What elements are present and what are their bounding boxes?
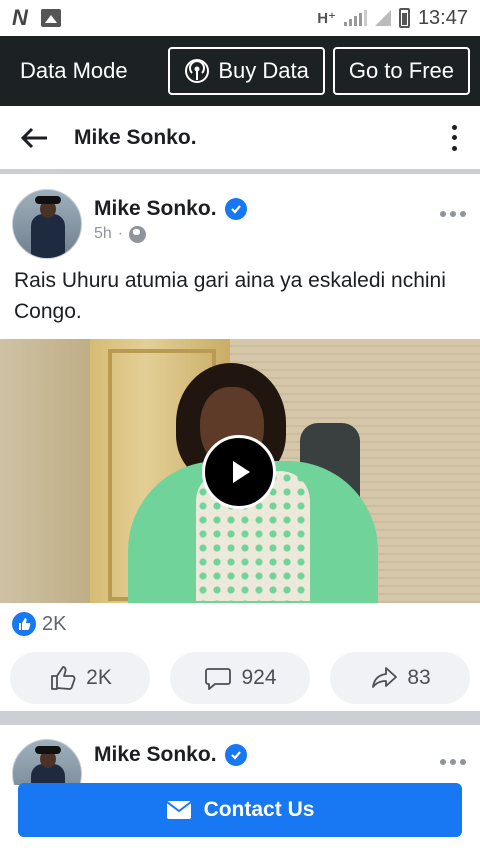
buy-data-button[interactable]: Buy Data [168, 47, 325, 95]
post-author[interactable]: Mike Sonko. [94, 197, 217, 221]
post-author[interactable]: Mike Sonko. [94, 743, 217, 767]
mail-icon [165, 801, 192, 819]
data-mode-label: Data Mode [20, 58, 128, 83]
comment-button[interactable]: 924 [170, 652, 310, 704]
feed-divider [0, 711, 480, 725]
reaction-summary[interactable]: 2K [0, 603, 480, 645]
post-card: Mike Sonko. 5h · Rais Uhuru atumia gari … [0, 179, 480, 711]
comment-count: 924 [241, 666, 277, 689]
post-card: Mike Sonko. [0, 725, 480, 785]
share-button[interactable]: 83 [330, 652, 470, 704]
go-to-free-button[interactable]: Go to Free [332, 47, 470, 95]
top-nav: Mike Sonko. [0, 106, 480, 174]
page-title: Mike Sonko. [74, 125, 197, 149]
go-to-free-label: Go to Free [348, 58, 454, 83]
signal-bars-icon [343, 10, 367, 26]
like-button[interactable]: 2K [10, 652, 150, 704]
notification-n-icon: N [12, 5, 28, 30]
share-icon [372, 667, 398, 688]
wifi-signal-icon [185, 59, 210, 83]
network-type: H⁺ [317, 10, 336, 27]
like-reaction-icon [12, 612, 36, 636]
contact-us-button[interactable]: Contact Us [18, 783, 462, 837]
globe-icon [129, 225, 147, 243]
reaction-count: 2K [42, 612, 67, 635]
contact-us-label: Contact Us [203, 798, 315, 821]
avatar[interactable] [12, 189, 82, 259]
back-arrow-icon[interactable] [16, 120, 52, 156]
buy-data-label: Buy Data [218, 58, 309, 83]
avatar[interactable] [12, 739, 82, 785]
post-header: Mike Sonko. 5h · [0, 179, 480, 263]
more-horizontal-icon[interactable] [440, 211, 466, 217]
post-header: Mike Sonko. [0, 725, 480, 785]
battery-icon [398, 8, 410, 28]
data-mode-bar: Data Mode Buy Data Go to Free [0, 36, 480, 106]
verified-icon [224, 198, 247, 220]
verified-icon [224, 744, 247, 766]
share-count: 83 [407, 666, 431, 689]
more-horizontal-icon[interactable] [440, 759, 466, 765]
like-icon [51, 666, 76, 690]
more-vert-icon[interactable] [444, 121, 464, 155]
comment-icon [205, 668, 232, 690]
meta-separator: · [117, 225, 124, 242]
status-bar: N H⁺ 13:47 [0, 0, 480, 36]
video-player[interactable] [0, 339, 480, 603]
like-count: 2K [86, 666, 112, 689]
clock: 13:47 [417, 6, 468, 29]
image-notification-icon [40, 9, 61, 27]
wifi-off-icon [374, 10, 391, 26]
post-time[interactable]: 5h [94, 225, 112, 243]
post-text: Rais Uhuru atumia gari aina ya eskaledi … [14, 269, 446, 323]
post-actions: 2K 924 83 [0, 645, 480, 711]
play-icon[interactable] [202, 435, 276, 509]
